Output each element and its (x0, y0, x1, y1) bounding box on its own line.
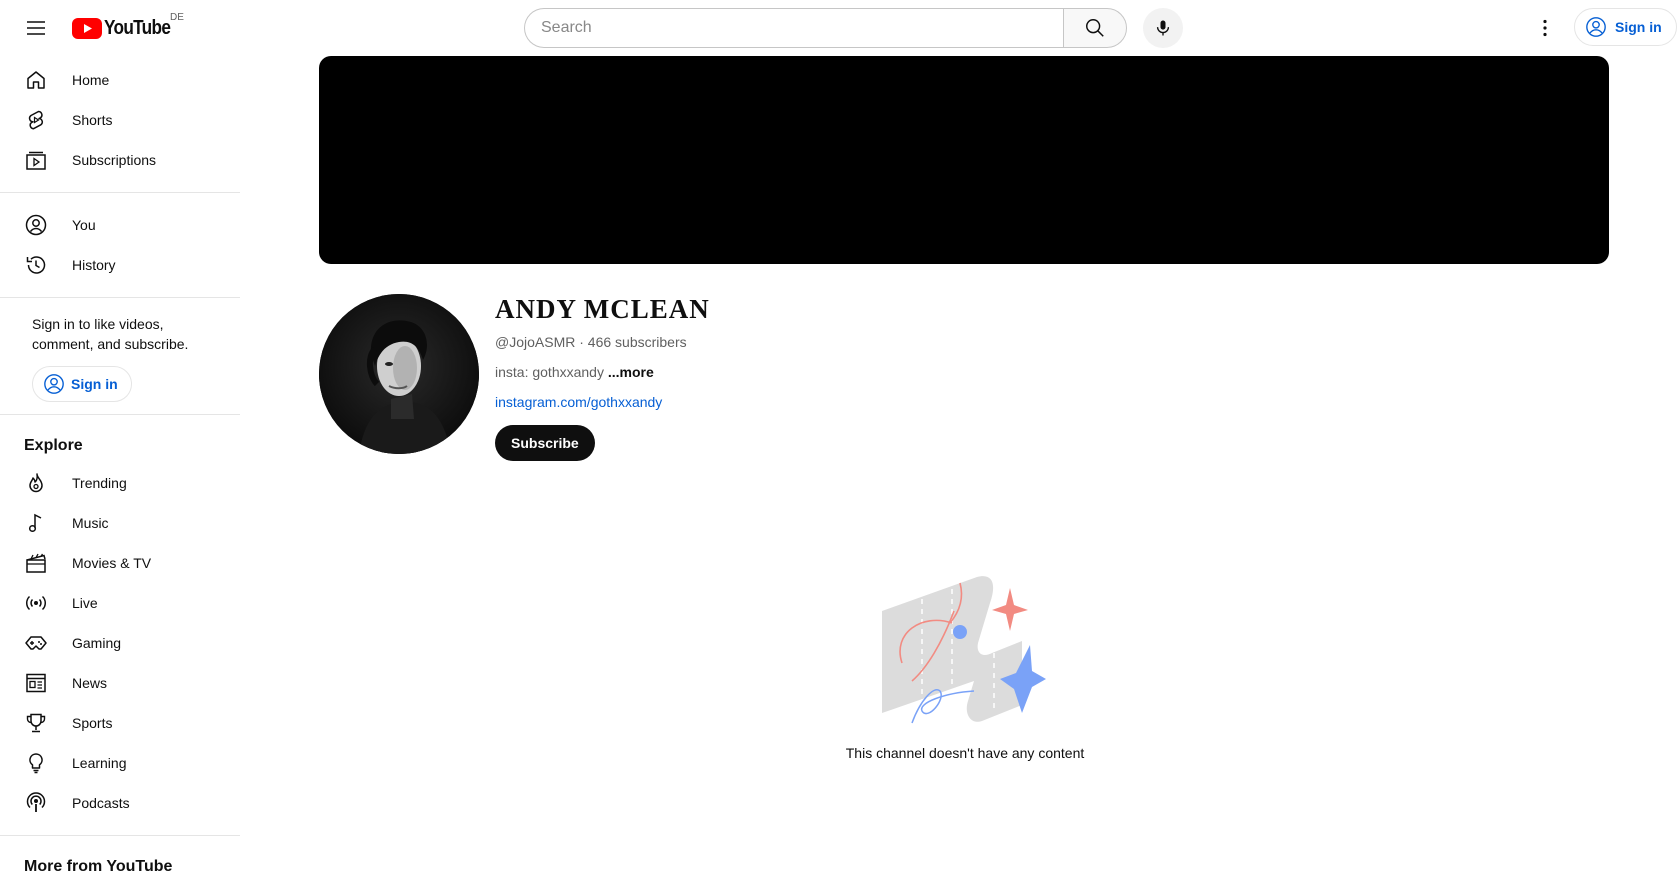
search-button[interactable] (1063, 8, 1127, 48)
region-code: DE (170, 12, 184, 23)
channel-name: ANDY MCLEAN (495, 294, 710, 324)
sidebar-sign-in-button[interactable]: Sign in (32, 366, 132, 402)
top-bar: YouTube DE Sign in (0, 0, 1680, 56)
youtube-play-icon (72, 17, 102, 39)
channel-meta: @JojoASMR · 466 subscribers (495, 334, 687, 350)
sidebar-item-home[interactable]: Home (0, 60, 240, 100)
history-icon (24, 253, 48, 277)
sidebar-item-label: Live (72, 595, 98, 611)
sidebar-item-label: Home (72, 72, 110, 88)
search-input[interactable] (524, 8, 1063, 48)
sidebar-item-label: Subscriptions (72, 152, 157, 168)
sports-icon (24, 711, 48, 735)
sidebar-item-gaming[interactable]: Gaming (0, 623, 240, 663)
youtube-logo[interactable]: YouTube (72, 16, 181, 39)
empty-channel-illustration (882, 573, 1046, 725)
live-icon (24, 591, 48, 615)
sidebar-item-label: Shorts (72, 112, 113, 128)
sidebar-item-podcasts[interactable]: Podcasts (0, 783, 240, 823)
sidebar-item-label: Movies & TV (72, 555, 152, 571)
sidebar-item-shorts[interactable]: Shorts (0, 100, 240, 140)
channel-avatar (319, 294, 479, 454)
sidebar-item-movies[interactable]: Movies & TV (0, 543, 240, 583)
music-icon (24, 511, 48, 535)
sidebar-divider (0, 835, 240, 836)
subscriptions-icon (24, 148, 48, 172)
menu-icon[interactable] (24, 16, 48, 40)
gaming-icon (24, 631, 48, 655)
shorts-icon (24, 108, 48, 132)
subscribe-button[interactable]: Subscribe (495, 425, 595, 461)
sidebar-item-label: History (72, 257, 116, 273)
description-text: insta: gothxxandy (495, 364, 604, 380)
account-icon (1586, 17, 1606, 37)
learning-icon (24, 751, 48, 775)
sidebar-item-music[interactable]: Music (0, 503, 240, 543)
sign-in-label: Sign in (71, 376, 118, 392)
meta-separator: · (575, 334, 588, 350)
search-bar (524, 8, 1127, 48)
sidebar-item-label: News (72, 675, 108, 691)
search-icon (1086, 19, 1104, 37)
sidebar-item-history[interactable]: History (0, 245, 240, 285)
sidebar: Home Shorts Subscriptions You History Si… (0, 56, 240, 876)
sidebar-item-label: Music (72, 515, 109, 531)
more-vertical-icon (1543, 19, 1547, 37)
more-from-youtube-heading: More from YouTube (24, 858, 173, 875)
subscriber-count: 466 subscribers (587, 334, 687, 350)
sign-in-prompt: Sign in to like videos, comment, and sub… (32, 316, 189, 352)
sidebar-item-label: Sports (72, 715, 113, 731)
news-icon (24, 671, 48, 695)
sidebar-item-subscriptions[interactable]: Subscriptions (0, 140, 240, 180)
channel-external-link[interactable]: instagram.com/gothxxandy (495, 394, 662, 410)
sign-in-button[interactable]: Sign in (1574, 8, 1677, 46)
sidebar-divider (0, 192, 240, 193)
microphone-icon (1156, 20, 1170, 36)
channel-handle: @JojoASMR (495, 334, 576, 350)
logo-text: YouTube (104, 16, 171, 39)
movies-icon (24, 551, 48, 575)
account-icon (44, 374, 64, 394)
explore-heading: Explore (24, 437, 83, 454)
sidebar-item-learning[interactable]: Learning (0, 743, 240, 783)
home-icon (24, 68, 48, 92)
empty-state-message: This channel doesn't have any content (845, 745, 1085, 761)
sign-in-label: Sign in (1615, 19, 1662, 35)
you-icon (24, 213, 48, 237)
trending-icon (24, 471, 48, 495)
description-more-link[interactable]: ...more (608, 364, 654, 380)
sidebar-item-label: You (72, 217, 96, 233)
sidebar-item-label: Gaming (72, 635, 122, 651)
sidebar-divider (0, 414, 240, 415)
sidebar-item-live[interactable]: Live (0, 583, 240, 623)
sidebar-item-label: Podcasts (72, 795, 130, 811)
sidebar-item-sports[interactable]: Sports (0, 703, 240, 743)
settings-menu-button[interactable] (1533, 16, 1557, 40)
sidebar-item-news[interactable]: News (0, 663, 240, 703)
sidebar-divider (0, 297, 240, 298)
sidebar-item-trending[interactable]: Trending (0, 463, 240, 503)
voice-search-button[interactable] (1143, 8, 1183, 48)
sidebar-item-label: Trending (72, 475, 127, 491)
channel-description[interactable]: insta: gothxxandy ...more (495, 364, 654, 380)
sidebar-item-label: Learning (72, 755, 127, 771)
channel-banner (319, 56, 1609, 264)
podcasts-icon (24, 791, 48, 815)
sidebar-item-you[interactable]: You (0, 205, 240, 245)
